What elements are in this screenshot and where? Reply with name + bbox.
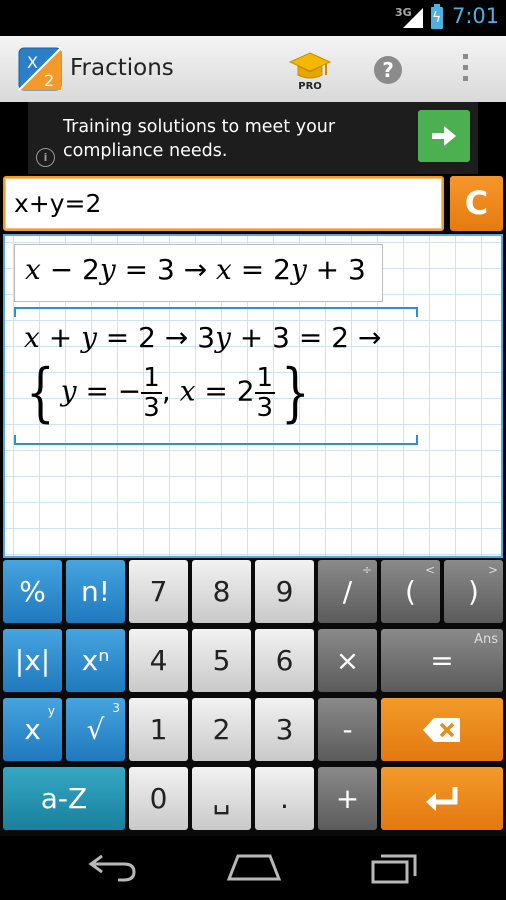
- multiply-key[interactable]: ×: [318, 629, 377, 692]
- graduation-cap-pro-icon[interactable]: PRO: [288, 49, 332, 91]
- open-paren-key[interactable]: (<: [381, 560, 440, 623]
- app-logo-top: X: [27, 53, 38, 72]
- backspace-key[interactable]: [381, 698, 503, 761]
- help-icon[interactable]: ?: [374, 56, 402, 84]
- square-root-key[interactable]: √ 3: [66, 698, 125, 761]
- signal-icon: [403, 8, 423, 28]
- ad-info-icon[interactable]: i: [36, 148, 55, 167]
- enter-icon: [426, 787, 458, 811]
- battery-charging-icon: ϟ: [431, 4, 443, 29]
- fraction-1: 13: [141, 363, 162, 423]
- digit-0-key[interactable]: 0: [129, 767, 188, 830]
- fraction-2: 13: [254, 363, 276, 423]
- navigation-bar: [0, 836, 506, 900]
- keypad: % n! 7 8 9 /÷ (< ) > |x| xⁿ 4 5 6 × = Ans …: [0, 558, 506, 836]
- digit-3-key[interactable]: 3: [255, 698, 314, 761]
- enter-key[interactable]: [381, 767, 503, 830]
- app-logo-icon[interactable]: X 2: [18, 47, 62, 91]
- action-bar: X 2 Fractions PRO ?: [0, 36, 506, 103]
- status-bar: 3G ϟ 7:01: [0, 0, 506, 36]
- app-logo-bottom: 2: [44, 71, 54, 90]
- percent-key[interactable]: %: [3, 560, 62, 623]
- ad-arrow-button[interactable]: [418, 110, 470, 162]
- pro-label: PRO: [298, 81, 322, 91]
- equation-2: x + y = 2 → 3y + 3 = 2 →: [24, 321, 382, 354]
- absolute-value-key[interactable]: |x|: [3, 629, 62, 692]
- equation-1: x − 2y = 3 → x = 2y + 3: [25, 253, 366, 286]
- digit-1-key[interactable]: 1: [129, 698, 188, 761]
- arrow-right-icon: [432, 126, 456, 146]
- digit-6-key[interactable]: 6: [255, 629, 314, 692]
- digit-7-key[interactable]: 7: [129, 560, 188, 623]
- alphabet-key[interactable]: a-Z: [3, 767, 125, 830]
- ad-content[interactable]: Training solutions to meet your complian…: [28, 102, 478, 174]
- decimal-point-key[interactable]: .: [255, 767, 314, 830]
- digit-2-key[interactable]: 2: [192, 698, 251, 761]
- minus-key[interactable]: -: [318, 698, 377, 761]
- digit-9-key[interactable]: 9: [255, 560, 314, 623]
- recent-apps-icon[interactable]: [370, 850, 420, 884]
- fraction-key[interactable]: / ÷: [318, 560, 377, 623]
- variable-x-key[interactable]: xy: [3, 698, 62, 761]
- app-title: Fractions: [70, 55, 174, 81]
- back-icon[interactable]: [88, 850, 138, 884]
- digit-5-key[interactable]: 5: [192, 629, 251, 692]
- digit-8-key[interactable]: 8: [192, 560, 251, 623]
- equals-key[interactable]: = Ans: [381, 629, 503, 692]
- expression-value: x+y=2: [14, 189, 102, 218]
- clock: 7:01: [452, 4, 500, 28]
- digit-4-key[interactable]: 4: [129, 629, 188, 692]
- ad-banner[interactable]: Training solutions to meet your complian…: [0, 102, 506, 174]
- expression-input[interactable]: x+y=2: [3, 176, 444, 231]
- home-icon[interactable]: [226, 852, 282, 882]
- worksheet[interactable]: x − 2y = 3 → x = 2y + 3 x + y = 2 → 3y +…: [3, 234, 503, 558]
- close-paren-key[interactable]: ) >: [444, 560, 503, 623]
- backspace-icon: [423, 718, 460, 742]
- input-row: x+y=2 C: [0, 174, 506, 234]
- factorial-key[interactable]: n!: [66, 560, 125, 623]
- plus-key[interactable]: +: [318, 767, 377, 830]
- ad-text: Training solutions to meet your complian…: [63, 117, 336, 161]
- solution: {y = −1 3, x = 2 1 3}: [26, 356, 310, 430]
- space-key[interactable]: ␣: [192, 767, 251, 830]
- equation-1-box[interactable]: x − 2y = 3 → x = 2y + 3: [14, 244, 383, 302]
- overflow-menu-icon[interactable]: [460, 54, 470, 88]
- clear-button[interactable]: C: [450, 176, 503, 231]
- power-key[interactable]: xⁿ: [66, 629, 125, 692]
- equation-2-block[interactable]: x + y = 2 → 3y + 3 = 2 → {y = −1 3, x = 2…: [14, 307, 418, 445]
